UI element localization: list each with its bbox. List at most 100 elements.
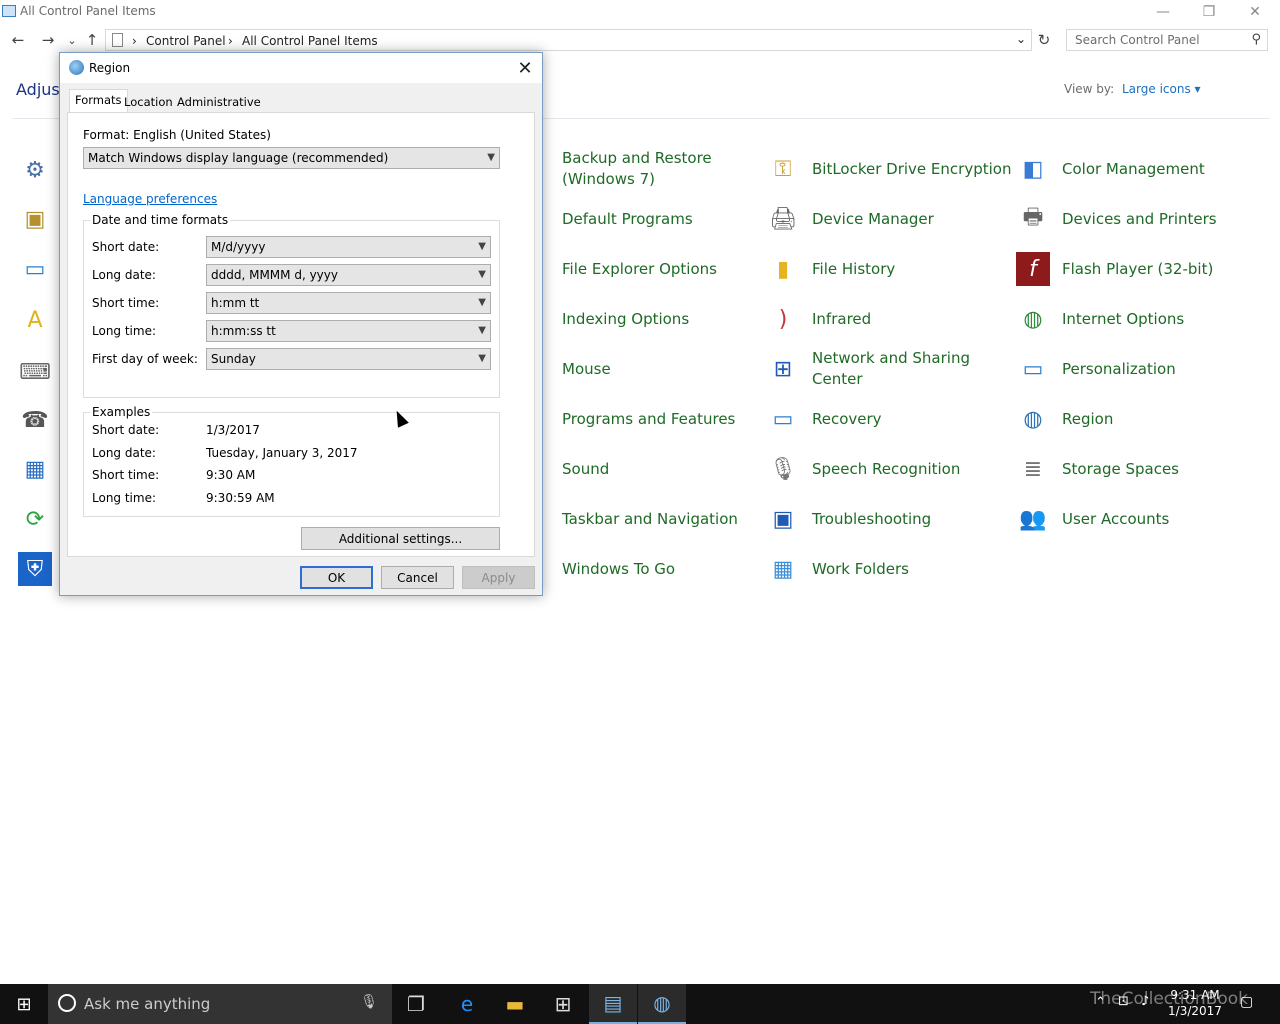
address-dropdown-icon[interactable]: ⌄ xyxy=(1016,32,1026,46)
show-hidden-icons-icon[interactable]: ⌃ xyxy=(1095,995,1106,1010)
item-network-sharing[interactable]: ⊞ Network and Sharing Center xyxy=(766,348,982,390)
dialog-close-button[interactable]: ✕ xyxy=(512,56,538,80)
taskbar-clock[interactable]: 9:31 AM 1/3/2017 xyxy=(1165,987,1225,1019)
store-icon[interactable]: ⊞ xyxy=(539,984,587,1024)
recent-locations-icon[interactable]: ⌄ xyxy=(62,30,82,50)
tab-location[interactable]: Location xyxy=(118,91,179,113)
breadcrumb-all-items[interactable]: All Control Panel Items xyxy=(242,34,378,48)
recovery-icon: ▭ xyxy=(772,406,794,432)
view-by-dropdown[interactable]: Large icons ▾ xyxy=(1122,82,1201,96)
long-date-select[interactable]: dddd, MMMM d, yyyy ▼ xyxy=(206,264,491,286)
address-box[interactable]: › Control Panel › All Control Panel Item… xyxy=(105,29,1032,51)
up-arrow-icon[interactable]: ↑ xyxy=(82,30,102,50)
remote-app-icon[interactable]: ▦ xyxy=(18,452,52,486)
item-region[interactable]: ◍ Region xyxy=(1016,398,1113,440)
search-input[interactable]: Search Control Panel ⚲ xyxy=(1066,29,1268,51)
search-icon[interactable]: ⚲ xyxy=(1251,32,1261,47)
item-troubleshooting[interactable]: ▣ Troubleshooting xyxy=(766,498,932,540)
example-long-time-value: 9:30:59 AM xyxy=(206,491,275,505)
item-taskbar-navigation[interactable]: Taskbar and Navigation xyxy=(516,498,738,540)
clock-time: 9:31 AM xyxy=(1170,988,1220,1002)
refresh-icon[interactable]: ↻ xyxy=(1034,30,1054,50)
infrared-icon: ) xyxy=(778,306,788,332)
item-file-explorer-options[interactable]: File Explorer Options xyxy=(516,248,717,290)
datetime-formats-title: Date and time formats xyxy=(90,213,231,227)
long-date-label: Long date: xyxy=(92,268,156,282)
item-bitlocker[interactable]: ⚿ BitLocker Drive Encryption xyxy=(766,148,1012,190)
network-tray-icon[interactable]: ⊡ xyxy=(1118,994,1129,1009)
fonts-icon[interactable]: A xyxy=(18,303,52,337)
item-device-manager[interactable]: 🖨 Device Manager xyxy=(766,198,934,240)
item-work-folders[interactable]: ▦ Work Folders xyxy=(766,548,909,590)
region-taskbar-icon[interactable]: ◍ xyxy=(638,984,686,1024)
example-short-time-value: 9:30 AM xyxy=(206,468,256,482)
back-arrow-icon[interactable]: ← xyxy=(8,30,28,50)
control-panel-icon xyxy=(2,5,16,17)
item-file-history[interactable]: ▮ File History xyxy=(766,248,895,290)
item-speech-recognition[interactable]: 🎙 Speech Recognition xyxy=(766,448,960,490)
additional-settings-button[interactable]: Additional settings... xyxy=(301,527,500,550)
restore-button[interactable]: ❐ xyxy=(1186,0,1232,24)
short-time-value: h:mm tt xyxy=(211,296,260,310)
item-backup-restore[interactable]: Backup and Restore (Windows 7) xyxy=(516,148,722,190)
window-titlebar: All Control Panel Items — ❐ ✕ xyxy=(0,0,1280,24)
edge-browser-icon[interactable]: e xyxy=(443,984,491,1024)
microphone-icon[interactable]: 🎙 xyxy=(360,994,378,1010)
item-infrared[interactable]: ) Infrared xyxy=(766,298,871,340)
address-bar-row: ← → ⌄ ↑ › Control Panel › All Control Pa… xyxy=(0,26,1280,54)
volume-icon[interactable]: ♪ xyxy=(1141,994,1149,1009)
format-select-value: Match Windows display language (recommen… xyxy=(88,151,389,165)
control-panel-taskbar-icon[interactable]: ▤ xyxy=(589,984,637,1024)
item-programs-features[interactable]: Programs and Features xyxy=(516,398,735,440)
flash-player-icon: f xyxy=(1016,252,1050,286)
short-date-value: M/d/yyyy xyxy=(211,240,266,254)
first-day-select[interactable]: Sunday ▼ xyxy=(206,348,491,370)
forward-arrow-icon[interactable]: → xyxy=(38,30,58,50)
close-button[interactable]: ✕ xyxy=(1232,0,1278,24)
breadcrumb-control-panel[interactable]: Control Panel xyxy=(146,34,226,48)
microphone-icon: 🎙 xyxy=(769,456,797,482)
long-time-label: Long time: xyxy=(92,324,157,338)
item-personalization[interactable]: ▭ Personalization xyxy=(1016,348,1176,390)
windows-start-icon[interactable]: ⊞ xyxy=(0,984,48,1024)
dialog-title: Region xyxy=(89,61,131,75)
bitlocker-key-icon: ⚿ xyxy=(774,156,792,182)
ok-button[interactable]: OK xyxy=(300,566,373,589)
admin-tools-icon[interactable]: ▣ xyxy=(18,202,52,236)
item-recovery[interactable]: ▭ Recovery xyxy=(766,398,882,440)
action-center-icon[interactable]: ⚙ xyxy=(18,153,52,187)
short-date-select[interactable]: M/d/yyyy ▼ xyxy=(206,236,491,258)
formats-tab-panel: Format: English (United States) Match Wi… xyxy=(67,112,535,557)
apply-button[interactable]: Apply xyxy=(462,566,535,589)
tab-administrative[interactable]: Administrative xyxy=(171,91,267,113)
item-user-accounts[interactable]: 👥 User Accounts xyxy=(1016,498,1169,540)
cortana-search-box[interactable]: Ask me anything 🎙 xyxy=(48,984,392,1024)
examples-title: Examples xyxy=(90,405,153,419)
folder-location-icon xyxy=(112,33,123,47)
chevron-down-icon: ▼ xyxy=(487,152,495,163)
first-day-label: First day of week: xyxy=(92,352,198,366)
color-management-icon: ◧ xyxy=(1022,156,1044,182)
network-icon: ⊞ xyxy=(773,356,793,382)
short-time-select[interactable]: h:mm tt ▼ xyxy=(206,292,491,314)
cancel-button[interactable]: Cancel xyxy=(381,566,454,589)
action-center-notification-icon[interactable]: ▢ xyxy=(1240,994,1253,1010)
keyboard-icon[interactable]: ⌨ xyxy=(18,355,52,389)
long-time-select[interactable]: h:mm:ss tt ▼ xyxy=(206,320,491,342)
chevron-down-icon: ▼ xyxy=(478,353,486,364)
language-preferences-link[interactable]: Language preferences xyxy=(83,192,217,206)
file-explorer-icon[interactable]: ▬ xyxy=(491,984,539,1024)
windows-defender-icon[interactable]: ⛨ xyxy=(18,552,52,586)
chevron-down-icon: ▼ xyxy=(478,325,486,336)
display-icon[interactable]: ▭ xyxy=(18,252,52,286)
item-flash-player[interactable]: f Flash Player (32-bit) xyxy=(1016,248,1213,290)
item-color-management[interactable]: ◧ Color Management xyxy=(1016,148,1205,190)
task-view-icon[interactable]: ❐ xyxy=(392,984,440,1024)
phone-modem-icon[interactable]: ☎ xyxy=(18,403,52,437)
item-internet-options[interactable]: ◍ Internet Options xyxy=(1016,298,1184,340)
item-devices-printers[interactable]: 🖶 Devices and Printers xyxy=(1016,198,1217,240)
sync-center-icon[interactable]: ⟳ xyxy=(18,502,52,536)
format-select[interactable]: Match Windows display language (recommen… xyxy=(83,147,500,169)
item-storage-spaces[interactable]: ≣ Storage Spaces xyxy=(1016,448,1179,490)
minimize-button[interactable]: — xyxy=(1140,0,1186,24)
